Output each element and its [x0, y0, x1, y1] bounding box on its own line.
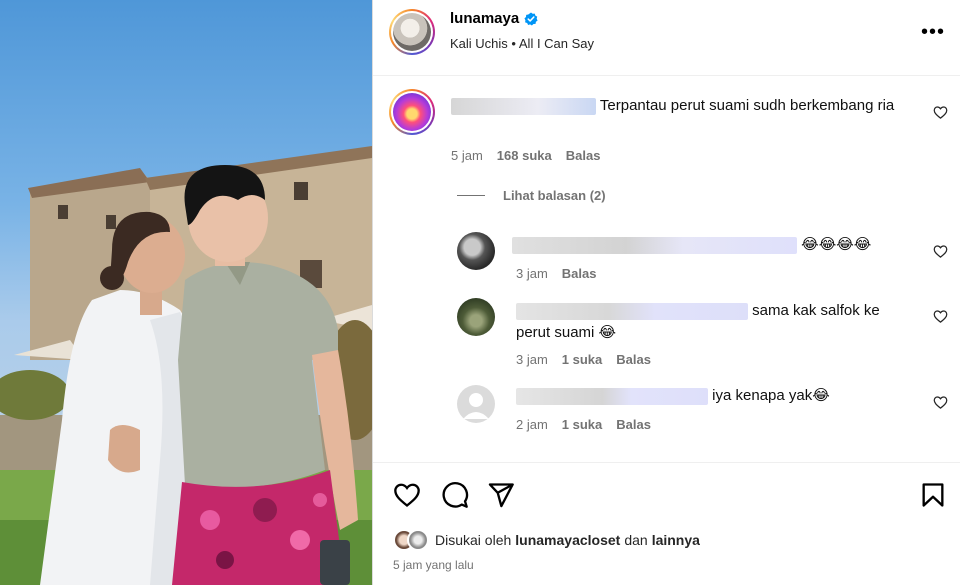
- reply-like-heart-icon[interactable]: [933, 244, 948, 259]
- comment-likes[interactable]: 168 suka: [497, 148, 552, 163]
- post-photo[interactable]: [0, 0, 372, 585]
- reply-item: sama kak salfok ke perut suami 😂 3 jam 1…: [457, 298, 960, 373]
- reply-reply-button[interactable]: Balas: [616, 417, 651, 432]
- reply-like-heart-icon[interactable]: [933, 395, 948, 410]
- post-header: lunamaya Kali Uchis • All I Can Say •••: [373, 0, 960, 76]
- more-options-icon[interactable]: •••: [921, 22, 945, 42]
- share-paper-plane-icon[interactable]: [487, 481, 515, 509]
- post-timestamp[interactable]: 5 jam yang lalu: [393, 558, 474, 572]
- reply-likes[interactable]: 1 suka: [562, 417, 602, 432]
- comment-text: Terpantau perut suami sudh berkembang ri…: [599, 97, 895, 114]
- reply-text: 😂😂😂😂: [801, 236, 872, 253]
- reply-like-heart-icon[interactable]: [933, 309, 948, 324]
- post-detail-panel: lunamaya Kali Uchis • All I Can Say ••• …: [372, 0, 960, 585]
- liked-by-others[interactable]: lainnya: [652, 532, 700, 548]
- author-avatar[interactable]: [389, 9, 435, 55]
- like-heart-icon[interactable]: [393, 481, 421, 509]
- reply-time[interactable]: 3 jam: [516, 266, 548, 281]
- blurred-username[interactable]: [516, 387, 708, 405]
- audio-separator: •: [511, 36, 516, 51]
- comment-time[interactable]: 5 jam: [451, 148, 483, 163]
- author-username[interactable]: lunamaya: [450, 10, 519, 27]
- view-replies-button[interactable]: Lihat balasan (2): [457, 188, 606, 203]
- comment-reply-button[interactable]: Balas: [566, 148, 601, 163]
- blurred-username[interactable]: [451, 97, 596, 115]
- audio-song[interactable]: All I Can Say: [519, 36, 594, 51]
- reply-reply-button[interactable]: Balas: [616, 352, 651, 367]
- liked-by-row: Disukai oleh lunamayacloset dan lainnya: [393, 529, 704, 551]
- audio-track[interactable]: Kali Uchis • All I Can Say: [450, 36, 594, 51]
- photo-illustration: [0, 146, 372, 585]
- liked-by-prefix: Disukai oleh: [435, 532, 512, 548]
- comment-bubble-icon[interactable]: [441, 481, 469, 509]
- view-replies-line: [457, 195, 485, 196]
- commenter-avatar[interactable]: [389, 89, 435, 135]
- reply-item: iya kenapa yak😂 2 jam 1 suka Balas: [457, 385, 960, 440]
- comment-like-heart-icon[interactable]: [933, 105, 948, 120]
- liked-by-user[interactable]: lunamayacloset: [515, 532, 620, 548]
- save-bookmark-icon[interactable]: [919, 481, 947, 509]
- reply-body: 😂😂😂😂: [512, 234, 871, 256]
- reply-time[interactable]: 3 jam: [516, 352, 548, 367]
- reply-avatar[interactable]: [457, 232, 495, 270]
- liked-by-and: dan: [624, 532, 648, 548]
- reply-reply-button[interactable]: Balas: [562, 266, 597, 281]
- post-actions: Disukai oleh lunamayacloset dan lainnya …: [373, 462, 960, 585]
- verified-badge-icon: [524, 11, 538, 25]
- reply-body: iya kenapa yak😂: [516, 385, 830, 407]
- reply-text-line2: perut suami 😂: [516, 324, 617, 341]
- author-username-row: lunamaya: [450, 10, 538, 27]
- reply-meta: 3 jam 1 suka Balas: [516, 352, 651, 367]
- reply-text: iya kenapa yak😂: [712, 387, 830, 404]
- reply-meta: 3 jam Balas: [516, 266, 597, 281]
- blurred-username[interactable]: [516, 302, 748, 320]
- comment-meta: 5 jam 168 suka Balas: [451, 148, 600, 163]
- view-replies-label[interactable]: Lihat balasan (2): [503, 188, 606, 203]
- reply-meta: 2 jam 1 suka Balas: [516, 417, 651, 432]
- reply-item: 😂😂😂😂 3 jam Balas: [457, 232, 960, 287]
- reply-body: sama kak salfok ke perut suami 😂: [516, 300, 916, 344]
- comment-item: Terpantau perut suami sudh berkembang ri…: [389, 89, 960, 179]
- comment-body: Terpantau perut suami sudh berkembang ri…: [451, 95, 911, 117]
- reply-time[interactable]: 2 jam: [516, 417, 548, 432]
- audio-artist[interactable]: Kali Uchis: [450, 36, 508, 51]
- reply-text-line1: sama kak salfok ke: [752, 302, 880, 319]
- default-avatar-icon[interactable]: [457, 385, 495, 423]
- reply-avatar[interactable]: [457, 298, 495, 336]
- reply-likes[interactable]: 1 suka: [562, 352, 602, 367]
- blurred-username[interactable]: [512, 236, 797, 254]
- liker-avatar[interactable]: [407, 529, 429, 551]
